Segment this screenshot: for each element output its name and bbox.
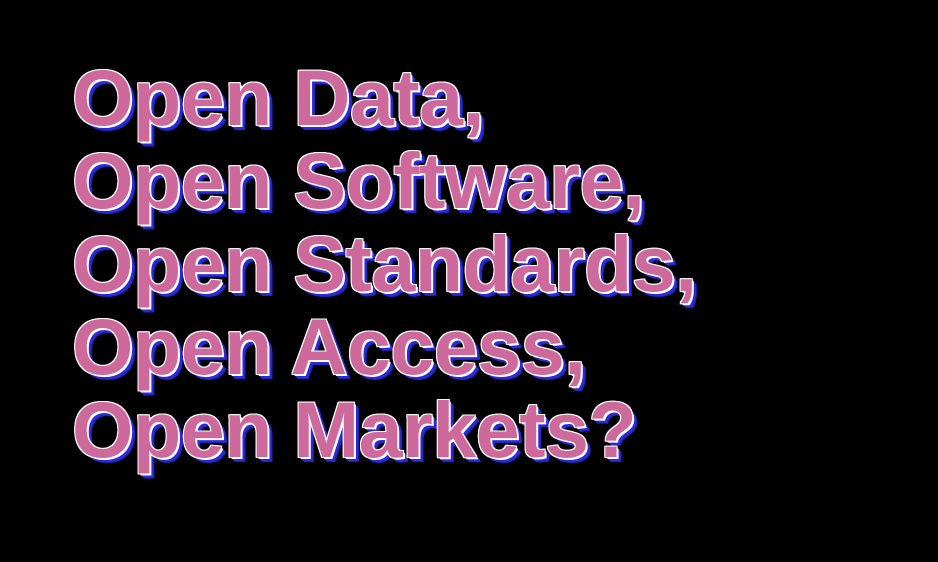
heading-line-open-markets: Open Markets? [72,385,637,474]
heading-line-open-standards: Open Standards, [72,219,697,308]
heading-line-open-software: Open Software, [72,136,645,225]
heading-line-open-access: Open Access, [72,302,586,391]
heading-block: Open Data, Open Software, Open Standards… [72,56,697,471]
heading-line-open-data: Open Data, [72,53,485,142]
slide-canvas: Open Data, Open Software, Open Standards… [0,0,938,562]
